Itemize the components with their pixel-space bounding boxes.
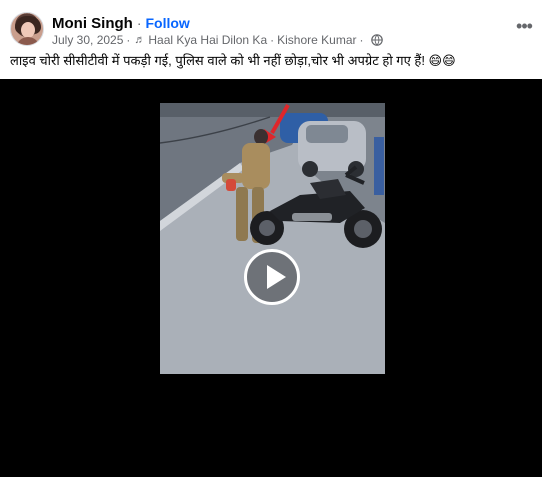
scene-car-window: [306, 125, 348, 143]
author-avatar[interactable]: [10, 12, 44, 46]
music-note-icon: ♬: [134, 34, 146, 46]
separator-dot: ·: [270, 33, 275, 47]
separator-dot: ·: [359, 33, 364, 47]
scene-car-wheel: [302, 161, 318, 177]
scene-person-torso: [242, 143, 270, 189]
author-line: Moni Singh · Follow: [52, 14, 190, 32]
play-button[interactable]: [244, 249, 300, 305]
scene-person-leg: [236, 187, 248, 241]
follow-button[interactable]: Follow: [146, 15, 190, 31]
separator-dot: ·: [126, 33, 131, 47]
author-name[interactable]: Moni Singh: [52, 15, 133, 32]
video-thumbnail[interactable]: [160, 103, 385, 374]
scene-bike-front-hub: [354, 220, 372, 238]
avatar-shirt: [16, 37, 40, 45]
post-caption: लाइव चोरी सीसीटीवी में पकड़ी गई, पुलिस व…: [10, 53, 456, 68]
video-scene: [160, 103, 385, 374]
avatar-face: [21, 22, 35, 38]
more-options-icon: •••: [516, 15, 533, 36]
scene-person-head: [254, 129, 268, 145]
more-options-button[interactable]: •••: [512, 14, 536, 38]
post-header: Moni Singh · Follow July 30, 2025 · ♬ Ha…: [0, 0, 542, 48]
scene-bike-exhaust: [292, 213, 332, 221]
scene-pole: [374, 137, 384, 195]
scene-held-object: [226, 179, 236, 191]
song-title[interactable]: Haal Kya Hai Dilon Ka: [148, 33, 267, 47]
play-icon: [267, 265, 286, 289]
post-meta: July 30, 2025 · ♬ Haal Kya Hai Dilon Ka …: [52, 33, 383, 47]
post-date[interactable]: July 30, 2025: [52, 33, 123, 47]
song-artist[interactable]: Kishore Kumar: [277, 33, 356, 47]
scene-bike-rear-hub: [259, 220, 275, 236]
scene-top-edge: [160, 103, 385, 117]
separator-dot: ·: [136, 15, 142, 31]
globe-icon[interactable]: [370, 34, 383, 46]
